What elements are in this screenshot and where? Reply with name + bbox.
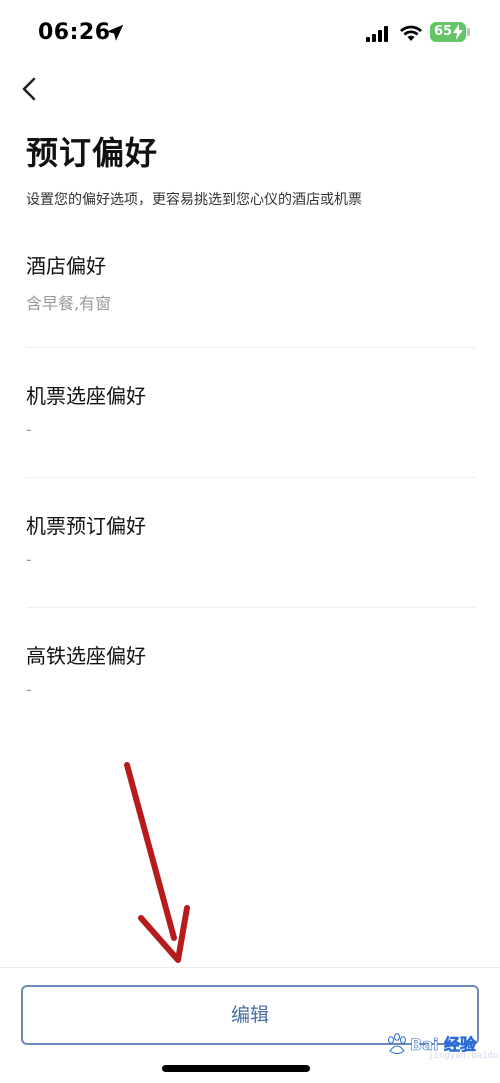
charging-bolt-icon — [453, 24, 463, 40]
signal-icon — [366, 26, 388, 42]
divider — [26, 477, 476, 478]
train-seat-preference-item[interactable]: 高铁选座偏好 - — [26, 640, 476, 770]
watermark-url: jingyan.baidu.com — [428, 1051, 500, 1061]
preference-value: - — [26, 420, 32, 439]
page-subtitle: 设置您的偏好选项，更容易挑选到您心仪的酒店或机票 — [26, 192, 362, 208]
divider — [26, 347, 476, 348]
wifi-icon — [400, 25, 422, 41]
preference-value: - — [26, 550, 32, 569]
preference-title: 高铁选座偏好 — [26, 644, 146, 668]
page-title: 预订偏好 — [26, 134, 159, 172]
status-bar: 06:26 65 — [0, 0, 500, 66]
back-button[interactable] — [14, 72, 46, 106]
flight-booking-preference-item[interactable]: 机票预订偏好 - — [26, 510, 476, 640]
flight-seat-preference-item[interactable]: 机票选座偏好 - — [26, 380, 476, 510]
preference-value: 含早餐,有窗 — [26, 294, 112, 313]
baidu-watermark: Bai 经验 jingyan.baidu.com — [382, 1027, 500, 1067]
preference-title: 机票预订偏好 — [26, 514, 146, 538]
paw-logo-icon — [388, 1033, 406, 1054]
status-time: 06:26 — [38, 20, 111, 45]
preference-title: 机票选座偏好 — [26, 384, 146, 408]
divider — [26, 607, 476, 608]
battery-level: 65 — [434, 24, 453, 39]
home-indicator — [162, 1065, 310, 1072]
battery-icon: 65 — [430, 22, 470, 42]
footer-divider — [0, 967, 500, 968]
preference-title: 酒店偏好 — [26, 254, 106, 278]
location-arrow-icon — [106, 24, 124, 41]
hotel-preference-item[interactable]: 酒店偏好 含早餐,有窗 — [26, 250, 476, 380]
preference-value: - — [26, 680, 32, 699]
